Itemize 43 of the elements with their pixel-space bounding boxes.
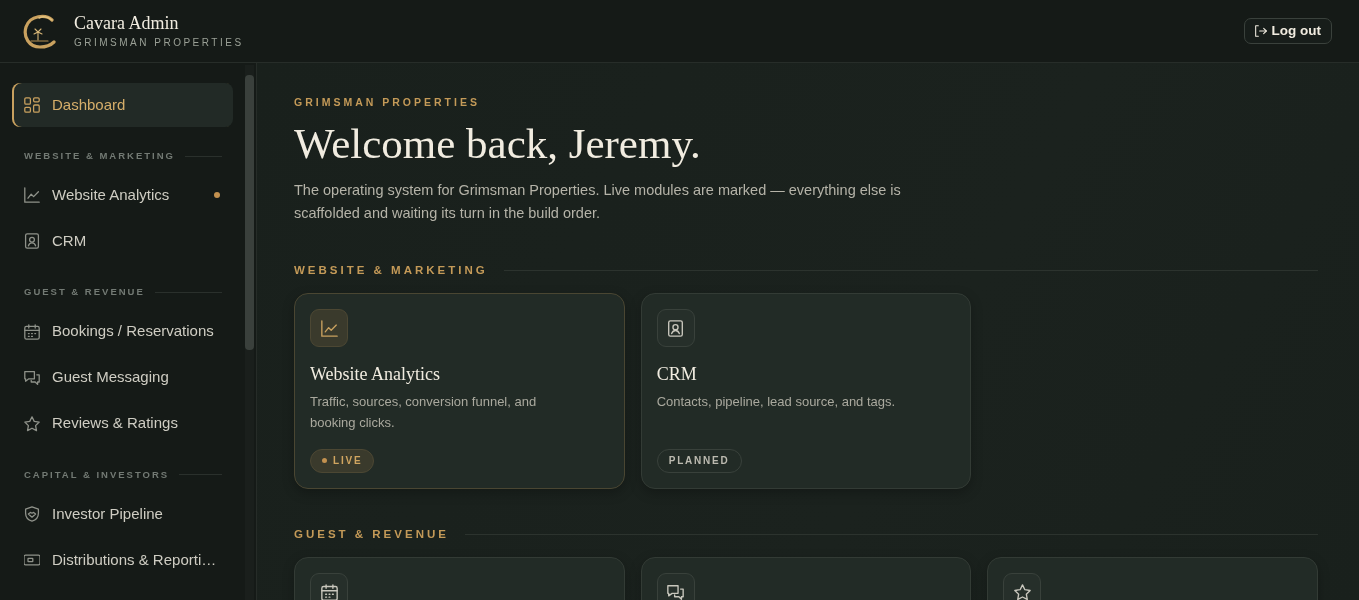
intro-text: The operating system for Grimsman Properties. Live modules are marked — everything else is scaffolded and waiting its turn in the build order. — [294, 180, 902, 223]
star-icon — [24, 415, 40, 432]
status-dot-icon — [322, 458, 327, 464]
company-name: GRIMSMAN PROPERTIES — [74, 38, 244, 49]
contact-card-icon — [24, 233, 40, 250]
contact-card-icon — [656, 309, 695, 348]
card-title: Website Analytics — [310, 364, 442, 386]
module-card[interactable]: CRM Contacts, pipeline, lead source, and tags. PLANNED — [640, 293, 972, 489]
page-heading: Welcome back, Jeremy. — [294, 119, 702, 167]
section-heading: CAPITAL & INVESTORS — [24, 467, 170, 482]
sidebar-item[interactable]: CRM — [12, 219, 233, 264]
calendar-icon — [24, 323, 40, 340]
sidebar-item[interactable]: Bookings / Reservations — [12, 309, 233, 354]
module-card[interactable]: Website Analytics Traffic, sources, conversion funnel, and booking clicks. LIVE — [294, 293, 625, 489]
section-heading: GUEST & REVENUE — [294, 528, 449, 541]
line-chart-icon — [24, 187, 40, 204]
line-chart-icon — [310, 309, 348, 348]
sidebar-item[interactable]: Reviews & Ratings — [12, 401, 233, 446]
logo-icon — [22, 13, 58, 49]
scrollbar[interactable] — [245, 65, 254, 600]
eyebrow-text: GRIMSMAN PROPERTIES — [294, 97, 481, 108]
sidebar-item[interactable]: Guest Messaging — [12, 355, 233, 400]
section-heading: WEBSITE & MARKETING — [294, 264, 488, 277]
chat-bubbles-icon — [656, 573, 695, 600]
logout-icon — [1254, 25, 1267, 37]
card-description: Contacts, pipeline, lead source, and tags. — [656, 392, 897, 411]
scrollbar-thumb[interactable] — [245, 75, 254, 350]
sidebar-item[interactable]: Website Analytics — [12, 173, 233, 218]
card-description: Traffic, sources, conversion funnel, and booking clicks. — [310, 392, 538, 432]
chat-bubbles-icon — [24, 369, 40, 386]
app-title: Cavara Admin — [74, 13, 180, 34]
calendar-icon — [310, 573, 348, 600]
section-heading: WEBSITE & MARKETING — [24, 149, 175, 163]
sidebar-item[interactable]: Distributions & Reporti… — [12, 537, 233, 582]
logout-button[interactable]: Log out — [1243, 18, 1332, 44]
status-label: LIVE — [333, 454, 363, 469]
grid-icon — [24, 97, 40, 113]
shield-icon — [24, 505, 40, 522]
card-title: CRM — [656, 364, 698, 386]
sidebar-item[interactable]: Dashboard — [12, 83, 233, 127]
sidebar-item[interactable]: Investor Pipeline — [12, 491, 233, 536]
section-heading: GUEST & REVENUE — [24, 285, 145, 300]
status-label: PLANNED — [668, 454, 730, 469]
